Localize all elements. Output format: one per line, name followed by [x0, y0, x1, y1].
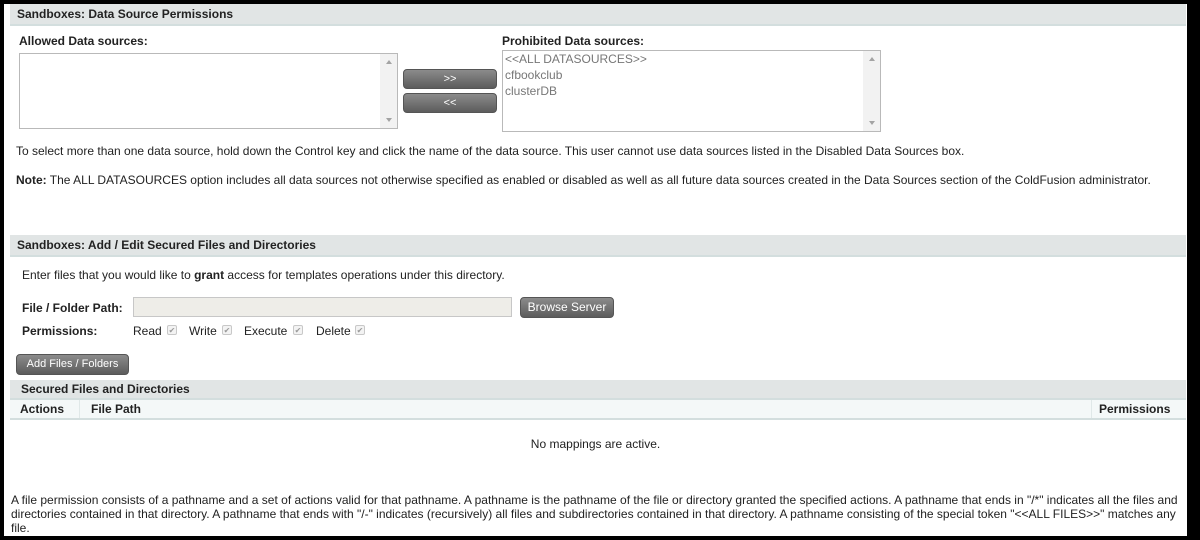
- secured-table-header-row: Actions File Path Permissions: [10, 400, 1186, 420]
- column-divider: [1091, 400, 1092, 418]
- prohibited-option[interactable]: clusterDB: [503, 83, 880, 99]
- permission-execute-label: Execute: [244, 324, 288, 338]
- browse-server-button[interactable]: Browse Server: [520, 297, 614, 318]
- column-header-permissions[interactable]: Permissions: [1099, 400, 1170, 418]
- permission-read-label: Read: [133, 324, 162, 338]
- note-text: The ALL DATASOURCES option includes all …: [46, 173, 1151, 187]
- sandbox-permissions-page: Sandboxes: Data Source Permissions Allow…: [4, 4, 1187, 536]
- scroll-up-arrow-icon[interactable]: [869, 57, 875, 61]
- file-folder-path-input[interactable]: [133, 297, 512, 317]
- datasource-section-header: Sandboxes: Data Source Permissions: [10, 4, 1186, 26]
- allowed-datasources-label: Allowed Data sources:: [19, 34, 148, 48]
- scroll-up-arrow-icon[interactable]: [386, 60, 392, 64]
- datasource-help-text: To select more than one data source, hol…: [16, 144, 965, 158]
- permission-delete-checkbox[interactable]: ✔: [355, 325, 365, 335]
- move-to-prohibited-button[interactable]: >>: [403, 69, 497, 89]
- column-header-actions[interactable]: Actions: [20, 400, 64, 418]
- file-folder-path-label: File / Folder Path:: [22, 301, 123, 315]
- intro-text-part: Enter files that you would like to: [22, 268, 195, 282]
- permission-delete-label: Delete: [316, 324, 351, 338]
- prohibited-option[interactable]: <<ALL DATASOURCES>>: [503, 51, 880, 67]
- permission-write-checkbox[interactable]: ✔: [222, 325, 232, 335]
- allowed-datasources-list[interactable]: [19, 53, 398, 129]
- intro-text-bold: grant: [194, 268, 225, 282]
- permissions-label: Permissions:: [22, 324, 98, 338]
- prohibited-list-scrollbar[interactable]: [863, 51, 880, 131]
- scroll-down-arrow-icon[interactable]: [386, 118, 392, 122]
- empty-table-message: No mappings are active.: [530, 437, 661, 451]
- permission-write-label: Write: [189, 324, 217, 338]
- column-header-file-path[interactable]: File Path: [91, 400, 141, 418]
- column-divider: [79, 400, 80, 418]
- allowed-list-scrollbar[interactable]: [380, 54, 397, 128]
- file-permission-footer-text: A file permission consists of a pathname…: [11, 493, 1178, 535]
- intro-text-part: access for templates operations under th…: [224, 268, 505, 282]
- datasource-note: Note: The ALL DATASOURCES option include…: [16, 173, 1181, 187]
- move-to-allowed-button[interactable]: <<: [403, 93, 497, 113]
- note-label: Note:: [16, 173, 47, 187]
- permission-execute-checkbox[interactable]: ✔: [293, 325, 303, 335]
- prohibited-option[interactable]: cfbookclub: [503, 67, 880, 83]
- files-intro-text: Enter files that you would like to grant…: [22, 268, 505, 282]
- prohibited-datasources-list[interactable]: <<ALL DATASOURCES>> cfbookclub clusterDB: [502, 50, 881, 132]
- permission-read-checkbox[interactable]: ✔: [167, 325, 177, 335]
- files-section-header: Sandboxes: Add / Edit Secured Files and …: [10, 235, 1186, 257]
- scroll-down-arrow-icon[interactable]: [869, 121, 875, 125]
- secured-table-title: Secured Files and Directories: [10, 380, 1186, 400]
- add-files-folders-button[interactable]: Add Files / Folders: [16, 354, 129, 375]
- prohibited-datasources-label: Prohibited Data sources:: [502, 34, 645, 48]
